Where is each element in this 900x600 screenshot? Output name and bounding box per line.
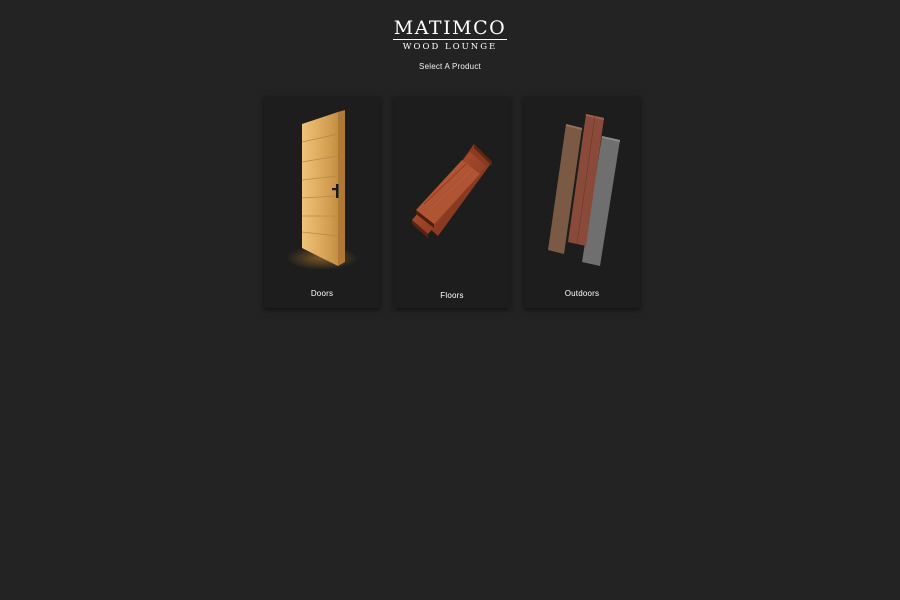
product-label-floors: Floors xyxy=(440,291,464,300)
logo-main-text: MATIMCO xyxy=(392,17,508,40)
product-card-doors[interactable]: Doors xyxy=(264,96,380,308)
logo-sub-text: WOOD LOUNGE xyxy=(402,42,498,52)
decking-boards-icon xyxy=(548,114,620,266)
product-selection-page: MATIMCO WOOD LOUNGE Select A Product Doo… xyxy=(0,0,900,600)
page-subtitle: Select A Product xyxy=(419,62,481,71)
wooden-door-icon xyxy=(286,110,358,270)
product-card-floors[interactable]: Floors xyxy=(394,96,510,308)
product-label-doors: Doors xyxy=(310,289,334,298)
product-label-outdoors: Outdoors xyxy=(564,289,600,298)
floor-planks-icon xyxy=(412,144,492,238)
matimco-logo: MATIMCO WOOD LOUNGE xyxy=(0,18,900,53)
product-card-outdoors[interactable]: Outdoors xyxy=(524,96,640,308)
